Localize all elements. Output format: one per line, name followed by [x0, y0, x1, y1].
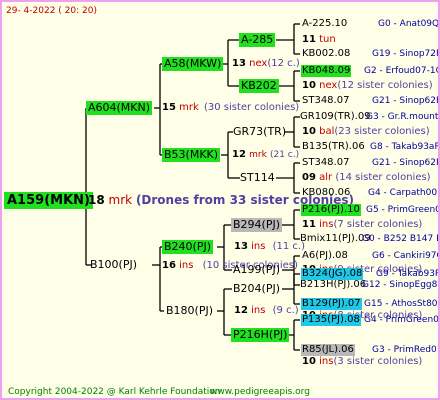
gen4-id-2[interactable]: KB048.09 — [301, 65, 352, 77]
gen1-upper-count: 15 — [162, 102, 176, 113]
gen4-id-3[interactable]: ST348.07 — [302, 95, 349, 107]
gen2-b53-unit: mrk — [249, 150, 267, 160]
gen4-id-9[interactable]: Bmix11(PJ).09 — [300, 233, 371, 245]
gen3-st114-info: 09 alr (14 sister colonies) — [302, 172, 431, 184]
gen3-p216h-info: 10 ins(3 sister colonies) — [302, 356, 422, 368]
gen2-b180-count: 12 — [234, 305, 248, 316]
gen1-lower-unit: ins — [179, 260, 194, 271]
gen4-source-2: G2 - Erfoud07-1Q — [364, 66, 440, 76]
gen3-p216h-note: (3 sister colonies) — [333, 356, 423, 367]
gen4-id-10[interactable]: A6(PJ).08 — [302, 250, 348, 262]
gen2-b180-id[interactable]: B180(PJ) — [164, 304, 215, 318]
gen3-a199-id[interactable]: A199(PJ) — [231, 263, 282, 277]
gen3-kb202-note: (12 sister colonies) — [337, 80, 433, 91]
gen4-source-14: G4 - PrimGreen00 — [364, 315, 440, 325]
gen3-st114-unit: alr — [319, 172, 333, 183]
gen3-gr73-count: 10 — [302, 126, 316, 137]
gen2-a58-count: 13 — [232, 58, 246, 69]
gen4-id-7[interactable]: KB080.06 — [302, 187, 350, 199]
gen3-st114-count: 09 — [302, 172, 316, 183]
gen3-kb202-count: 10 — [302, 80, 316, 91]
gen3-b294-count: 11 — [302, 219, 316, 230]
gen4-id-15[interactable]: R85(JL).06 — [301, 344, 355, 356]
gen1-lower-count: 16 — [162, 260, 176, 271]
gen2-b53-note: (21 c.) — [269, 150, 300, 160]
gen3-a285-unit: tun — [319, 34, 336, 45]
gen2-b240-count: 13 — [234, 241, 248, 252]
gen2-a58-info: 13 nex(12 c.) — [232, 58, 300, 70]
gen4-id-8[interactable]: P216(PJ).10 — [301, 204, 361, 216]
gen2-b240-id[interactable]: B240(PJ) — [162, 240, 214, 254]
gen4-source-0: G0 - Anat09Q — [378, 19, 440, 29]
gen4-id-1[interactable]: KB002.08 — [302, 48, 350, 60]
gen3-b294-unit: ins — [319, 219, 334, 230]
root-queen-id[interactable]: A159(MKN) — [4, 192, 93, 209]
root-unit: mrk — [108, 193, 133, 207]
gen4-source-3: G21 - Sinop62R — [372, 96, 440, 106]
gen4-id-14[interactable]: P135(PJ).08 — [301, 314, 361, 326]
footer-site-link[interactable]: www.pedigreeapis.org — [210, 386, 310, 398]
gen1-upper-note: (30 sister colonies) — [203, 102, 300, 113]
root-count: 18 — [88, 193, 105, 207]
gen2-b240-info: 13 ins (11 c.) — [234, 241, 305, 253]
gen3-gr73-note: (23 sister colonies) — [334, 126, 430, 137]
gen4-source-1: G19 - Sinop72R — [372, 49, 440, 59]
gen3-a285-count: 11 — [302, 34, 316, 45]
footer-copyright: Copyright 2004-2022 @ Karl Kehrle Founda… — [8, 387, 221, 397]
gen3-a285-id[interactable]: A-285 — [239, 33, 276, 47]
gen3-gr73-id[interactable]: GR73(TR) — [231, 125, 288, 139]
report-date: 29- 4-2022 ( 20: 20) — [6, 6, 97, 16]
gen2-b180-info: 12 ins (9 c.) — [234, 305, 299, 317]
gen4-source-15: G3 - PrimRed01 — [372, 345, 440, 355]
gen4-id-4[interactable]: GR109(TR).09 — [300, 111, 371, 123]
gen4-id-0[interactable]: A-225.10 — [302, 18, 347, 30]
gen4-source-6: G21 - Sinop62R — [372, 158, 440, 168]
gen4-source-13: G15 - AthosSt80R — [364, 299, 440, 309]
gen3-p216h-unit: ins — [319, 356, 334, 367]
gen1-upper-info: 15 mrk (30 sister colonies) — [162, 102, 299, 114]
gen3-kb202-id[interactable]: KB202 — [239, 79, 279, 93]
gen3-b294-info: 11 ins(7 sister colonies) — [302, 219, 422, 231]
gen3-gr73-unit: bal — [319, 126, 335, 137]
gen4-source-4: G3 - Gr.R.mounta — [366, 112, 440, 122]
pedigree-chart: 29- 4-2022 ( 20: 20) A159(MKN) 18 mrk (D… — [0, 0, 440, 400]
gen2-b53-id[interactable]: B53(MKK) — [162, 148, 221, 162]
gen3-b294-note: (7 sister colonies) — [333, 219, 423, 230]
gen1-upper-unit: mrk — [179, 102, 199, 113]
gen2-a58-id[interactable]: A58(MKW) — [162, 57, 224, 71]
gen4-id-5[interactable]: B135(TR).06 — [302, 141, 365, 153]
gen2-b240-unit: ins — [251, 241, 266, 252]
gen3-kb202-unit: nex — [319, 80, 338, 91]
gen3-p216h-count: 10 — [302, 356, 316, 367]
gen1-upper-id[interactable]: A604(MKN) — [86, 101, 153, 115]
gen3-b204-id[interactable]: B204(PJ) — [231, 282, 282, 296]
gen4-source-10: G6 - Cankiri97Q — [372, 251, 440, 261]
gen3-gr73-info: 10 bal(23 sister colonies) — [302, 126, 430, 138]
gen4-id-12[interactable]: B324(JG).08 — [301, 268, 364, 280]
gen3-b294-id[interactable]: B294(PJ) — [231, 218, 283, 232]
gen3-st114-id[interactable]: ST114 — [238, 171, 277, 185]
gen2-b180-unit: ins — [251, 305, 266, 316]
gen3-a285-info: 11 tun — [302, 34, 336, 46]
gen3-kb202-info: 10 nex(12 sister colonies) — [302, 80, 433, 92]
gen4-source-9: G0 - B252 B147 B — [362, 234, 440, 244]
gen4-id-11[interactable]: B213H(PJ).06 — [300, 279, 366, 291]
gen2-b180-note: (9 c.) — [272, 305, 299, 316]
gen4-source-11: G12 - SinopEgg86R — [362, 280, 438, 290]
gen4-id-13[interactable]: B129(PJ).07 — [301, 298, 362, 310]
gen3-p216h-id[interactable]: P216H(PJ) — [231, 328, 290, 342]
gen1-lower-id[interactable]: B100(PJ) — [88, 258, 139, 272]
gen2-a58-unit: nex — [249, 58, 268, 69]
gen4-id-6[interactable]: ST348.07 — [302, 157, 349, 169]
gen2-b53-info: 12 mrk (21 c.) — [232, 149, 299, 161]
gen2-b53-count: 12 — [232, 149, 246, 160]
gen3-st114-note: (14 sister colonies) — [335, 172, 431, 183]
gen4-source-8: G5 - PrimGreen00 — [366, 205, 440, 215]
gen4-source-7: G4 - Carpath00R — [368, 188, 440, 198]
gen4-source-12: G9 - Takab93R — [376, 269, 440, 279]
gen4-source-5: G8 - Takab93aR — [370, 142, 440, 152]
gen2-a58-note: (12 c.) — [267, 58, 300, 69]
